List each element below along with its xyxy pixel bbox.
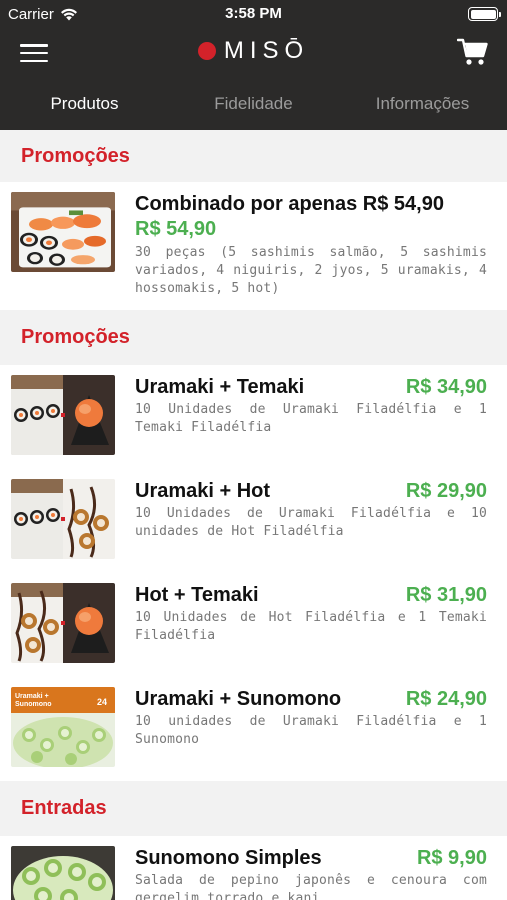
product-price: R$ 31,90 [405, 584, 487, 606]
logo-red-dot-icon [197, 42, 216, 60]
product-description: 10 unidades de Uramaki Filadélfia e 1 Su… [135, 714, 487, 747]
status-time: 3:58 PM [225, 5, 282, 22]
section-title: Entradas [21, 797, 107, 819]
shopping-cart-icon[interactable] [457, 37, 489, 67]
thumbnail-banner-price: 24 [96, 697, 107, 707]
section-title: Promoções [21, 326, 130, 348]
product-thumbnail-combinado [11, 192, 115, 272]
status-bar: Carrier 3:58 PM [0, 0, 507, 30]
tab-bar: Produtos Fidelidade Informações [0, 80, 507, 130]
product-thumbnail-sunomono [11, 846, 115, 900]
product-thumbnail-uramaki-hot [11, 479, 115, 559]
product-item-uramaki-temaki[interactable]: Uramaki + Temaki R$ 34,90 10 Unidades de… [0, 365, 507, 469]
product-info: Hot + Temaki R$ 31,90 10 Unidades de Hot… [135, 583, 487, 677]
section-header-entradas: Entradas [0, 781, 507, 836]
uramaki-hot-image [11, 479, 115, 559]
tab-fidelidade[interactable]: Fidelidade [169, 80, 338, 130]
product-description: Salada de pepino japonês e cenoura com g… [135, 873, 487, 900]
product-name: Sunomono Simples [135, 847, 322, 869]
product-description: 10 Unidades de Uramaki Filadélfia e 1 Te… [135, 402, 487, 435]
logo-text: MISŌ [223, 37, 310, 64]
product-thumbnail-hot-temaki [11, 583, 115, 663]
product-item-combinado[interactable]: Combinado por apenas R$ 54,90 R$ 54,90 3… [0, 182, 507, 310]
section-header-promocoes: Promoções [0, 130, 507, 182]
product-price: R$ 54,90 [135, 218, 217, 240]
brand-logo: MISŌ [0, 37, 507, 65]
product-description: 30 peças (5 sashimis salmão, 5 sashimis … [135, 245, 487, 296]
tab-informacoes[interactable]: Informações [338, 80, 507, 130]
product-name: Uramaki + Hot [135, 480, 271, 502]
product-info: Uramaki + Temaki R$ 34,90 10 Unidades de… [135, 375, 487, 469]
product-description: 10 Unidades de Hot Filadélfia e 1 Temaki… [135, 610, 487, 643]
product-price: R$ 9,90 [416, 847, 487, 869]
uramaki-temaki-image [11, 375, 115, 455]
hot-temaki-image [11, 583, 115, 663]
product-item-sunomono-simples[interactable]: Sunomono Simples R$ 9,90 Salada de pepin… [0, 836, 507, 900]
sunomono-image [11, 846, 115, 900]
product-item-uramaki-hot[interactable]: Uramaki + Hot R$ 29,90 10 Unidades de Ur… [0, 469, 507, 573]
product-name: Uramaki + Temaki [135, 376, 305, 398]
product-name: Uramaki + Sunomono [135, 688, 342, 710]
product-thumbnail-uramaki-temaki [11, 375, 115, 455]
product-item-hot-temaki[interactable]: Hot + Temaki R$ 31,90 10 Unidades de Hot… [0, 573, 507, 677]
product-item-uramaki-sunomono[interactable]: Uramaki + Sunomono 24 Uramaki + Sunomono… [0, 677, 507, 781]
battery-icon [468, 7, 501, 21]
product-thumbnail-uramaki-sunomono: Uramaki + Sunomono 24 [11, 687, 115, 767]
thumbnail-banner-text: Uramaki + Sunomono [15, 693, 52, 708]
app-bar: MISŌ [0, 30, 507, 74]
product-list: Promoções Combinado por apenas R$ 54,90 … [0, 130, 507, 900]
product-name: Combinado por apenas R$ 54,90 [135, 193, 444, 215]
product-info: Sunomono Simples R$ 9,90 Salada de pepin… [135, 846, 487, 900]
sushi-platter-image [11, 192, 115, 272]
product-info: Uramaki + Sunomono R$ 24,90 10 unidades … [135, 687, 487, 781]
product-info: Combinado por apenas R$ 54,90 R$ 54,90 3… [135, 192, 487, 310]
product-description: 10 Unidades de Uramaki Filadélfia e 10 u… [135, 506, 487, 539]
product-info: Uramaki + Hot R$ 29,90 10 Unidades de Ur… [135, 479, 487, 573]
product-name: Hot + Temaki [135, 584, 259, 606]
section-title: Promoções [21, 144, 130, 167]
section-header-promocoes-2: Promoções [0, 310, 507, 365]
top-bar: Carrier 3:58 PM MISŌ Produtos Fidelidade [0, 0, 507, 130]
product-price: R$ 29,90 [405, 480, 487, 502]
tab-produtos[interactable]: Produtos [0, 80, 169, 130]
product-price: R$ 24,90 [405, 688, 487, 710]
product-price: R$ 34,90 [405, 376, 487, 398]
